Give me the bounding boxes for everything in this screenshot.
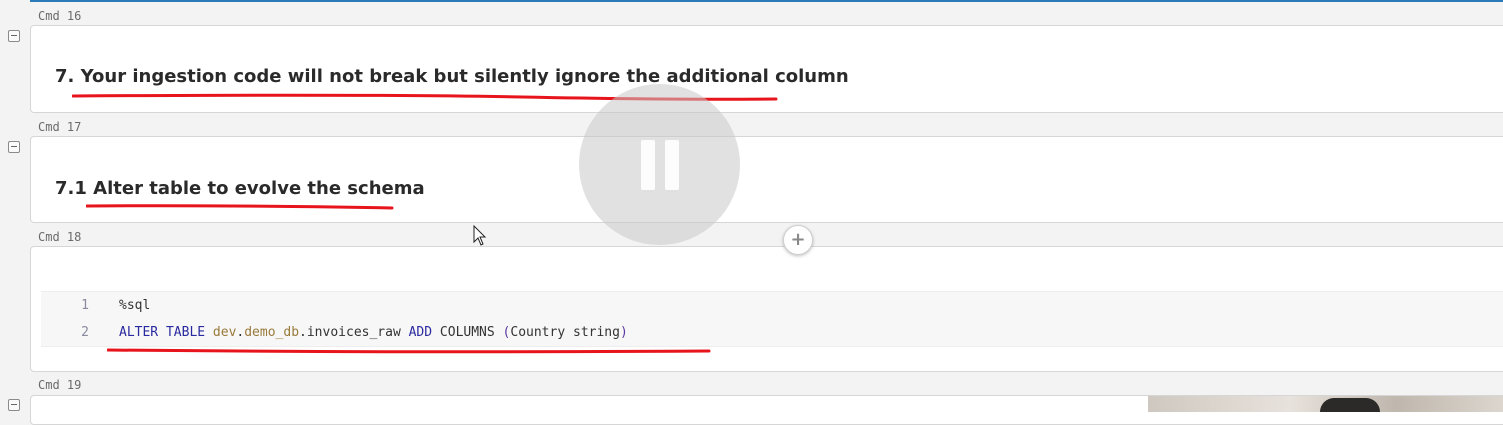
cmd-label-19: Cmd 19 <box>38 378 82 392</box>
code-text: Country string <box>510 325 620 340</box>
sql-keyword: ADD <box>408 325 433 340</box>
annotation-underline <box>86 204 394 210</box>
cmd-label-17: Cmd 17 <box>38 120 82 134</box>
collapse-icon[interactable] <box>8 30 20 42</box>
code-text: .invoices_raw <box>299 325 409 340</box>
cmd-label-18: Cmd 18 <box>38 230 82 244</box>
code-line-2: ALTER TABLE dev.demo_db.invoices_raw ADD… <box>119 325 628 340</box>
cmd-label-16: Cmd 16 <box>38 9 82 23</box>
line-number: 2 <box>81 325 89 340</box>
schema-identifier: demo_db <box>244 325 300 340</box>
active-cell-border <box>30 0 1503 2</box>
collapse-icon[interactable] <box>8 141 20 153</box>
paren: ) <box>619 325 628 340</box>
sql-keyword: ALTER TABLE <box>119 325 213 340</box>
line-number: 1 <box>81 298 89 313</box>
annotation-underline <box>107 348 711 354</box>
catalog-identifier: dev <box>212 325 237 340</box>
add-cell-button[interactable]: + <box>783 225 813 255</box>
mouse-cursor-icon <box>473 225 487 246</box>
pause-icon[interactable] <box>579 84 740 245</box>
cell-heading: 7. Your ingestion code will not break bu… <box>55 66 849 87</box>
code-line-1: %sql <box>119 298 151 313</box>
cell-heading: 7.1 Alter table to evolve the schema <box>55 178 425 199</box>
webcam-thumbnail <box>1148 396 1503 412</box>
code-text: COLUMNS <box>432 325 503 340</box>
collapse-icon[interactable] <box>8 399 20 411</box>
code-editor[interactable]: 1 %sql 2 ALTER TABLE dev.demo_db.invoice… <box>41 291 1503 347</box>
